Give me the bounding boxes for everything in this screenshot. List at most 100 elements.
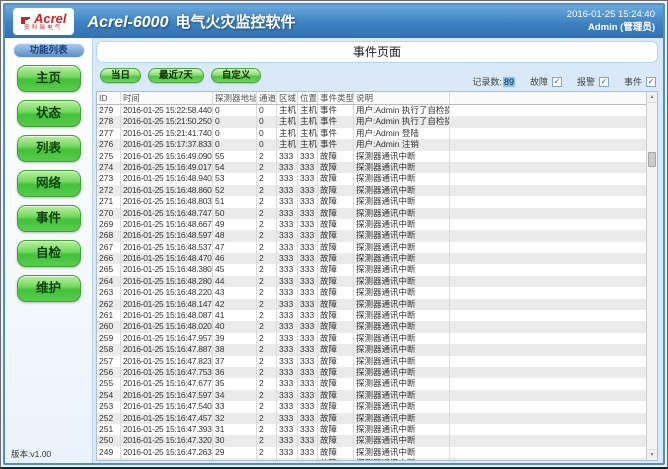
table-cell: 故障 bbox=[318, 151, 354, 162]
table-row[interactable]: 2642016-01-25 15:16:48.280442333333故障探测器… bbox=[97, 276, 646, 287]
table-row[interactable]: 2732016-01-25 15:16:48.940532333333故障探测器… bbox=[97, 173, 646, 184]
table-row[interactable]: 2572016-01-25 15:16:47.823372333333故障探测器… bbox=[97, 356, 646, 367]
column-header-6[interactable]: 事件类型 bbox=[318, 92, 354, 104]
table-row[interactable]: 2612016-01-25 15:16:48.087412333333故障探测器… bbox=[97, 310, 646, 321]
table-cell: 故障 bbox=[318, 230, 354, 241]
table-cell: 探测器通讯中断 bbox=[354, 253, 450, 264]
filter-event-checkbox[interactable]: ✓ bbox=[646, 77, 656, 87]
table-cell: 探测器通讯中断 bbox=[354, 413, 450, 424]
table-cell-filler bbox=[450, 230, 646, 241]
table-row[interactable]: 2622016-01-25 15:16:48.147422333333故障探测器… bbox=[97, 299, 646, 310]
column-header-1[interactable]: 时间 bbox=[121, 92, 213, 104]
table-row[interactable]: 2662016-01-25 15:16:48.470462333333故障探测器… bbox=[97, 253, 646, 264]
scrollbar-thumb[interactable] bbox=[648, 152, 656, 167]
table-scrollbar[interactable]: ▲ ▼ bbox=[646, 92, 657, 460]
table-row[interactable]: 2702016-01-25 15:16:48.747502333333故障探测器… bbox=[97, 208, 646, 219]
table-row[interactable]: 2512016-01-25 15:16:47.393312333333故障探测器… bbox=[97, 424, 646, 435]
table-cell: 0 bbox=[257, 128, 277, 139]
table-row[interactable]: 2582016-01-25 15:16:47.887382333333故障探测器… bbox=[97, 344, 646, 355]
table-row[interactable]: 2792016-01-25 15:22:58.44000主机主机事件用户:Adm… bbox=[97, 105, 646, 116]
column-header-4[interactable]: 区域 bbox=[277, 92, 298, 104]
table-cell: 48 bbox=[213, 230, 257, 241]
table-row[interactable]: 2682016-01-25 15:16:48.597482333333故障探测器… bbox=[97, 230, 646, 241]
sidebar-item-status[interactable]: 状态 bbox=[17, 100, 81, 127]
table-cell: 333 bbox=[277, 333, 298, 344]
sidebar-item-selfcheck[interactable]: 自检 bbox=[17, 240, 81, 267]
sidebar-item-home[interactable]: 主页 bbox=[17, 65, 81, 92]
table-cell: 2016-01-25 15:16:48.597 bbox=[121, 230, 213, 241]
table-cell: 主机 bbox=[277, 139, 298, 150]
table-row[interactable]: 2782016-01-25 15:21:50.25000主机主机事件用户:Adm… bbox=[97, 116, 646, 127]
table-cell: 271 bbox=[97, 196, 121, 207]
table-cell: 探测器通讯中断 bbox=[354, 196, 450, 207]
table-cell-filler bbox=[450, 219, 646, 230]
brand-subtitle: 安科瑞电气 bbox=[20, 25, 67, 32]
event-table: ID时间探测器地址通道区域位置事件类型说明 2792016-01-25 15:2… bbox=[96, 91, 658, 461]
table-cell: 2016-01-25 15:16:47.887 bbox=[121, 344, 213, 355]
filter-alarm-checkbox[interactable]: ✓ bbox=[599, 77, 609, 87]
column-header-7[interactable]: 说明 bbox=[354, 92, 450, 104]
table-row[interactable]: 2522016-01-25 15:16:47.457322333333故障探测器… bbox=[97, 413, 646, 424]
table-cell-filler bbox=[450, 287, 646, 298]
table-cell: 2016-01-25 15:22:58.440 bbox=[121, 105, 213, 116]
table-cell: 333 bbox=[277, 435, 298, 446]
table-row[interactable]: 2722016-01-25 15:16:48.860522333333故障探测器… bbox=[97, 185, 646, 196]
table-cell: 2 bbox=[257, 401, 277, 412]
table-row[interactable]: 2632016-01-25 15:16:48.220432333333故障探测器… bbox=[97, 287, 646, 298]
table-row[interactable]: 2562016-01-25 15:16:47.753362333333故障探测器… bbox=[97, 367, 646, 378]
table-cell: 探测器通讯中断 bbox=[354, 356, 450, 367]
acrel-logo: Acrel 安科瑞电气 bbox=[13, 8, 74, 35]
table-cell: 32 bbox=[213, 413, 257, 424]
table-row[interactable]: 2672016-01-25 15:16:48.537472333333故障探测器… bbox=[97, 242, 646, 253]
table-row[interactable]: 2772016-01-25 15:21:41.74000主机主机事件用户:Adm… bbox=[97, 128, 646, 139]
table-cell: 333 bbox=[277, 287, 298, 298]
table-row[interactable]: 2532016-01-25 15:16:47.540332333333故障探测器… bbox=[97, 401, 646, 412]
table-cell-filler bbox=[450, 435, 646, 446]
table-row[interactable]: 2602016-01-25 15:16:48.020402333333故障探测器… bbox=[97, 321, 646, 332]
table-cell-filler bbox=[450, 367, 646, 378]
table-row[interactable]: 2502016-01-25 15:16:47.320302333333故障探测器… bbox=[97, 435, 646, 446]
scroll-up-icon[interactable]: ▲ bbox=[647, 92, 657, 103]
table-cell: 探测器通讯中断 bbox=[354, 401, 450, 412]
table-cell: 333 bbox=[298, 344, 318, 355]
table-cell-filler bbox=[450, 185, 646, 196]
table-cell: 2016-01-25 15:16:48.380 bbox=[121, 264, 213, 275]
table-cell: 故障 bbox=[318, 173, 354, 184]
column-header-3[interactable]: 通道 bbox=[257, 92, 277, 104]
filter-button-today[interactable]: 当日 bbox=[100, 68, 141, 83]
table-row[interactable]: 2492016-01-25 15:16:47.263292333333故障探测器… bbox=[97, 447, 646, 458]
filter-button-custom[interactable]: 自定义 bbox=[211, 68, 262, 83]
table-row[interactable]: 2692016-01-25 15:16:48.667492333333故障探测器… bbox=[97, 219, 646, 230]
table-cell: 主机 bbox=[298, 139, 318, 150]
table-cell: 2 bbox=[257, 162, 277, 173]
table-cell: 37 bbox=[213, 356, 257, 367]
table-cell-filler bbox=[450, 196, 646, 207]
table-row[interactable]: 2712016-01-25 15:16:48.803512333333故障探测器… bbox=[97, 196, 646, 207]
table-cell: 探测器通讯中断 bbox=[354, 378, 450, 389]
table-row[interactable]: 2552016-01-25 15:16:47.677352333333故障探测器… bbox=[97, 378, 646, 389]
sidebar-item-network[interactable]: 网络 bbox=[17, 170, 81, 197]
column-header-2[interactable]: 探测器地址 bbox=[213, 92, 257, 104]
table-row[interactable]: 2762016-01-25 15:17:37.83300主机主机事件用户:Adm… bbox=[97, 139, 646, 150]
column-header-5[interactable]: 位置 bbox=[298, 92, 318, 104]
table-row[interactable]: 2542016-01-25 15:16:47.597342333333故障探测器… bbox=[97, 390, 646, 401]
scroll-down-icon[interactable]: ▼ bbox=[647, 449, 657, 460]
sidebar-item-events[interactable]: 事件 bbox=[17, 205, 81, 232]
table-cell: 38 bbox=[213, 344, 257, 355]
table-row[interactable]: 2482016-01-25 15:16:47.190282333333故障探测器… bbox=[97, 458, 646, 460]
filter-alarm[interactable]: 报警✓ bbox=[577, 75, 609, 88]
filter-button-last7days[interactable]: 最近7天 bbox=[148, 68, 204, 83]
table-cell: 333 bbox=[277, 310, 298, 321]
column-header-0[interactable]: ID bbox=[97, 92, 121, 104]
filter-fault-checkbox[interactable]: ✓ bbox=[552, 77, 562, 87]
sidebar-item-list[interactable]: 列表 bbox=[17, 135, 81, 162]
table-row[interactable]: 2652016-01-25 15:16:48.380452333333故障探测器… bbox=[97, 264, 646, 275]
table-row[interactable]: 2742016-01-25 15:16:49.017542333333故障探测器… bbox=[97, 162, 646, 173]
table-row[interactable]: 2752016-01-25 15:16:49.090552333333故障探测器… bbox=[97, 151, 646, 162]
table-cell: 2 bbox=[257, 356, 277, 367]
filter-fault[interactable]: 故障✓ bbox=[530, 75, 562, 88]
sidebar-item-maintain[interactable]: 维护 bbox=[17, 275, 81, 302]
filter-event[interactable]: 事件✓ bbox=[624, 75, 656, 88]
table-row[interactable]: 2592016-01-25 15:16:47.957392333333故障探测器… bbox=[97, 333, 646, 344]
table-cell: 253 bbox=[97, 401, 121, 412]
